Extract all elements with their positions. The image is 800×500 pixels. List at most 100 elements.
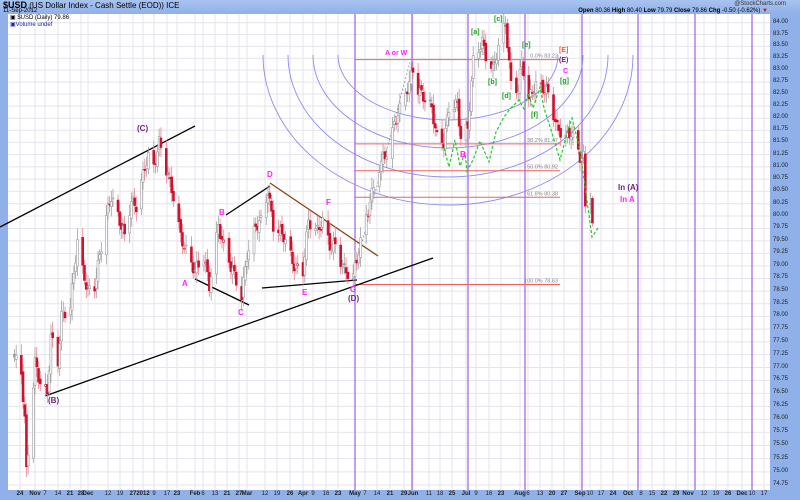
candle xyxy=(421,91,425,102)
candle xyxy=(305,231,308,260)
y-tick-label: 79.25 xyxy=(773,249,789,256)
candle xyxy=(507,46,511,61)
x-tick-label: Nov xyxy=(682,491,694,497)
wave-label: [c] xyxy=(494,16,503,23)
x-tick-label: Apr xyxy=(297,491,309,497)
y-tick-label: 77.75 xyxy=(773,325,789,332)
candle xyxy=(291,251,294,264)
y-tick-label: 82.50 xyxy=(773,90,789,97)
candle xyxy=(243,266,247,281)
legend-volume-text: Volume undef xyxy=(15,22,53,28)
y-tick-label: 74.75 xyxy=(773,481,789,488)
candle xyxy=(522,61,525,77)
candle xyxy=(190,246,193,263)
y-tick-label: 79.75 xyxy=(773,224,789,231)
candle xyxy=(470,80,473,112)
wave-label: E xyxy=(302,288,308,297)
candle xyxy=(38,378,42,385)
candle xyxy=(98,254,101,260)
fib-level-label: 0.0% 83.22 xyxy=(530,54,558,60)
wave-label: B xyxy=(219,208,225,217)
y-tick-label: 75.25 xyxy=(773,454,789,461)
x-tick-label: Sep xyxy=(574,491,586,497)
y-tick-label: 76.50 xyxy=(773,389,789,396)
candle xyxy=(206,259,209,272)
candle xyxy=(359,237,362,258)
candle xyxy=(444,128,447,150)
x-tick-label: 14 xyxy=(373,491,381,497)
candle xyxy=(220,235,224,240)
candle xyxy=(245,261,249,267)
candle xyxy=(143,169,147,171)
candle xyxy=(252,225,256,255)
candle xyxy=(491,64,495,71)
candle xyxy=(63,312,67,319)
x-tick-label: Feb xyxy=(189,491,201,497)
wave-label: [b] xyxy=(488,79,497,86)
x-tick-label: 2012 xyxy=(136,491,150,497)
candle xyxy=(398,102,402,114)
candle xyxy=(20,355,23,375)
x-tick-label: 23 xyxy=(334,491,342,497)
candle xyxy=(233,264,236,272)
wave-label: A or W xyxy=(385,50,408,57)
x-tick-label: 21 xyxy=(386,491,394,497)
candle xyxy=(133,197,136,206)
wave-label: C xyxy=(563,68,569,75)
candle xyxy=(368,202,372,216)
candle xyxy=(116,199,120,212)
candle xyxy=(264,201,268,218)
candle xyxy=(166,172,170,176)
y-tick-label: 82.75 xyxy=(773,78,789,85)
candle xyxy=(471,55,475,79)
candle xyxy=(105,215,108,256)
trend-line xyxy=(261,279,358,289)
candle xyxy=(396,115,400,124)
y-tick-label: 81.75 xyxy=(773,126,789,133)
candle xyxy=(215,232,218,275)
x-tick-label: Jul xyxy=(461,491,471,497)
y-tick-label: 80.50 xyxy=(773,187,789,194)
x-tick-label: 6 xyxy=(201,491,205,497)
candle xyxy=(284,239,287,245)
wave-label: In A xyxy=(620,195,635,204)
candle xyxy=(165,148,168,176)
wave-label: [g] xyxy=(560,78,569,85)
x-tick-label: 21 xyxy=(66,491,74,497)
candle-icon: ▣ xyxy=(10,15,16,21)
x-tick-label: 19 xyxy=(712,491,720,497)
candle xyxy=(84,282,88,290)
y-tick-label: 82.00 xyxy=(773,114,789,121)
x-tick-label: 8 xyxy=(639,491,643,497)
wave-label: G xyxy=(350,285,357,294)
x-tick-label: 29 xyxy=(672,491,680,497)
wave-label: D xyxy=(267,170,273,179)
candle xyxy=(515,77,518,94)
x-tick-label: 12 xyxy=(261,491,269,497)
candle xyxy=(152,150,156,165)
candle xyxy=(21,371,25,402)
x-tick-label: 13 xyxy=(211,491,219,497)
candle xyxy=(184,244,188,247)
candle xyxy=(506,23,509,49)
candle xyxy=(420,85,423,91)
projection-path xyxy=(443,84,599,239)
x-tick-label: 23 xyxy=(173,491,181,497)
x-tick-label: May xyxy=(349,491,361,497)
x-tick-label: 7 xyxy=(363,491,367,497)
candle xyxy=(96,259,100,282)
candle xyxy=(268,192,272,199)
x-tick-label: Oct xyxy=(622,491,634,497)
candle xyxy=(541,79,545,93)
candle xyxy=(423,100,427,103)
x-tick-label: 22 xyxy=(660,491,668,497)
candle xyxy=(477,52,480,59)
x-tick-label: 12 xyxy=(700,491,708,497)
y-tick-label: 78.75 xyxy=(773,274,789,281)
candle xyxy=(111,197,115,200)
x-tick-label: 29 xyxy=(400,491,408,497)
candle xyxy=(76,239,79,267)
candle xyxy=(452,109,456,113)
fib-level-label: 61.8% 80.38 xyxy=(527,191,558,197)
candle xyxy=(259,215,263,218)
